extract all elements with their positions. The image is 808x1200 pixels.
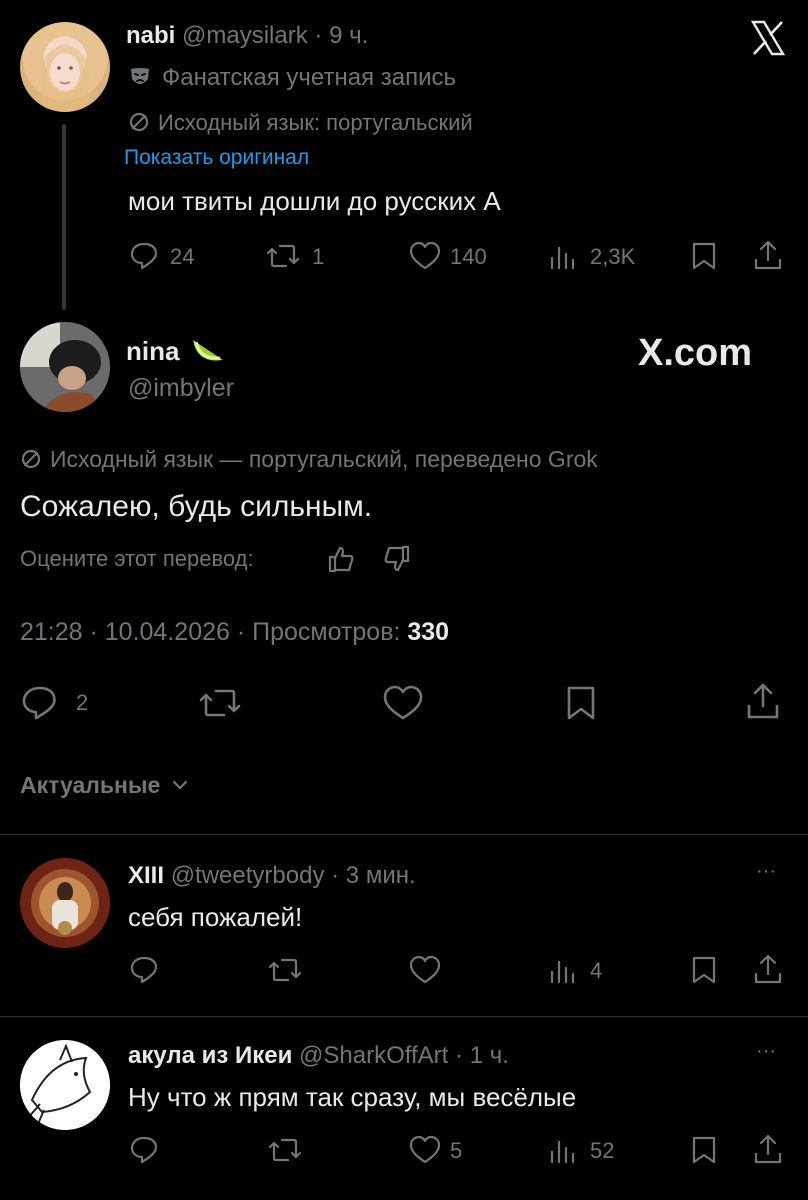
bookmark-icon[interactable]: [690, 1134, 718, 1166]
reply-icon[interactable]: [128, 240, 160, 272]
avatar-nina[interactable]: [20, 322, 110, 412]
reply-count: 2: [76, 690, 89, 715]
handle[interactable]: @SharkOffArt: [299, 1042, 448, 1069]
share-icon[interactable]: [752, 952, 784, 986]
avatar-xiii[interactable]: [20, 858, 110, 948]
lime-emoji-icon: [191, 336, 225, 366]
tweet-time[interactable]: 9 ч.: [329, 22, 368, 49]
handle[interactable]: @tweetyrbody: [171, 862, 325, 889]
bookmark-icon[interactable]: [564, 684, 598, 722]
view-count: 330: [407, 618, 450, 646]
like-icon[interactable]: [382, 684, 424, 722]
thumbs-down-icon[interactable]: [382, 544, 412, 574]
reply-time[interactable]: 1 ч.: [470, 1042, 509, 1069]
timestamp-row: 21:28 · 10.04.2026 · Просмотров: 330: [20, 618, 449, 647]
sort-label: Актуальные: [20, 772, 161, 798]
reply-text: себя пожалей!: [128, 902, 303, 932]
fan-account-row: Фанатская учетная запись: [128, 64, 456, 92]
views-icon[interactable]: [548, 954, 580, 986]
views-count: 4: [590, 958, 603, 983]
more-options-icon[interactable]: ···: [756, 860, 776, 883]
like-count: 140: [450, 244, 487, 269]
share-icon[interactable]: [752, 238, 784, 272]
translate-icon: [128, 111, 150, 133]
retweet-icon[interactable]: [268, 1134, 302, 1166]
bookmark-icon[interactable]: [690, 954, 718, 986]
retweet-icon[interactable]: [198, 684, 242, 722]
retweet-icon[interactable]: [266, 240, 300, 272]
reply-count: 24: [170, 244, 195, 269]
sort-dropdown[interactable]: Актуальные: [20, 772, 189, 799]
chevron-down-icon: [171, 779, 189, 791]
thread-line: [62, 124, 66, 310]
timestamp: 21:28 · 10.04.2026 · Просмотров:: [20, 618, 401, 646]
divider: [0, 1016, 808, 1017]
display-name[interactable]: nina: [126, 336, 179, 366]
translation-note: Исходный язык: португальский: [158, 110, 473, 135]
handle[interactable]: @maysilark: [182, 22, 308, 49]
main-translation-row: Исходный язык — португальский, переведен…: [20, 446, 598, 473]
thumbs-up-icon[interactable]: [326, 544, 356, 574]
display-name[interactable]: nabi: [126, 22, 175, 49]
x-logo-icon: [750, 20, 786, 56]
main-tweet-name-row: nina: [126, 336, 225, 367]
like-icon[interactable]: [408, 1134, 442, 1166]
rate-translation-row: Оцените этот перевод:: [20, 546, 254, 572]
rate-prompt: Оцените этот перевод:: [20, 546, 254, 571]
like-icon[interactable]: [408, 954, 442, 986]
reply-icon[interactable]: [20, 684, 60, 722]
reply-icon[interactable]: [128, 954, 160, 986]
avatar-shark[interactable]: [20, 1040, 110, 1130]
retweet-count: 1: [312, 244, 325, 269]
xcom-watermark: X.com: [638, 332, 753, 374]
more-options-icon[interactable]: ···: [756, 1040, 776, 1063]
reply-header: XIII @tweetyrbody · 3 мин.: [128, 862, 416, 889]
views-icon[interactable]: [548, 240, 580, 272]
translation-row: Исходный язык: португальский: [128, 110, 473, 136]
main-tweet-text: Сожалею, будь сильным.: [20, 490, 373, 523]
bookmark-icon[interactable]: [690, 240, 718, 272]
display-name[interactable]: XIII: [128, 862, 164, 889]
avatar-nabi[interactable]: [20, 22, 110, 112]
divider: [0, 834, 808, 835]
share-icon[interactable]: [744, 680, 782, 722]
show-original-link[interactable]: Показать оригинал: [124, 146, 309, 170]
quoted-tweet-text: мои твиты дошли до русских А: [128, 186, 501, 216]
like-icon[interactable]: [408, 240, 442, 272]
handle[interactable]: @imbyler: [128, 374, 234, 403]
reply-header: акула из Икеи @SharkOffArt · 1 ч.: [128, 1042, 509, 1069]
mask-icon: [128, 65, 152, 89]
translation-note: Исходный язык — португальский, переведен…: [50, 446, 598, 472]
reply-time[interactable]: 3 мин.: [346, 862, 416, 889]
share-icon[interactable]: [752, 1132, 784, 1166]
retweet-icon[interactable]: [268, 954, 302, 986]
views-count: 52: [590, 1138, 615, 1163]
reply-text: Ну что ж прям так сразу, мы весёлые: [128, 1082, 577, 1112]
views-count: 2,3K: [590, 244, 636, 269]
reply-icon[interactable]: [128, 1134, 160, 1166]
translate-icon: [20, 448, 42, 470]
views-icon[interactable]: [548, 1134, 580, 1166]
display-name[interactable]: акула из Икеи: [128, 1042, 292, 1069]
x-logo[interactable]: [748, 18, 788, 58]
like-count: 5: [450, 1138, 463, 1163]
fan-account-label: Фанатская учетная запись: [162, 64, 456, 91]
quoted-tweet-header: nabi @maysilark · 9 ч.: [126, 22, 369, 49]
